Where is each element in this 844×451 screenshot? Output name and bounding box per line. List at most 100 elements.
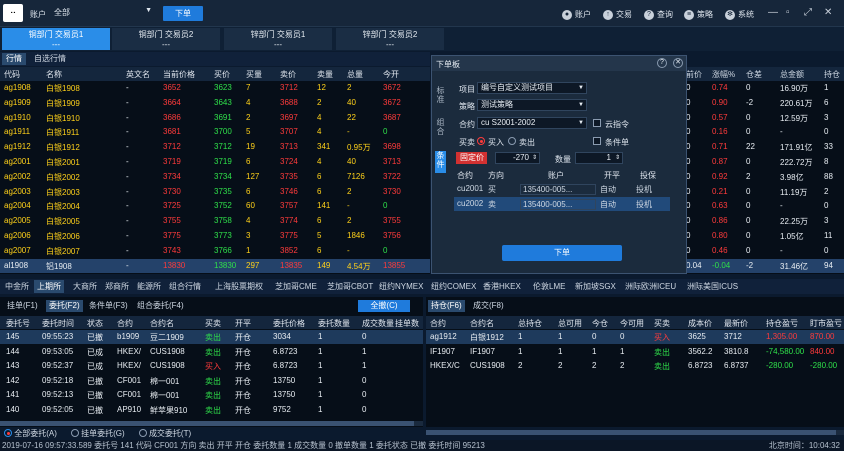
quote-row[interactable]: ag2001 白银2001 - 3719 3719 6 3724 4 40 3713: [0, 155, 430, 170]
table-row[interactable]: 144 09:53:05 已成 HKEX/CUS1908 卖出 开仓 6.8723 1 1: [0, 345, 423, 359]
table-row[interactable]: 141 09:52:13 已撤 CF001 棉一001 卖出 开仓 13750 1 0: [0, 388, 423, 402]
leg-row[interactable]: cu2001 买 135400-005... 自动 投机: [454, 182, 670, 196]
leg-openclose[interactable]: 自动: [600, 199, 616, 210]
tab-combo-orders[interactable]: 组合委托(F4): [134, 300, 187, 312]
table-row[interactable]: HKEX/C CUS1908 2 2 2 2 卖出 6.8723 6.8737 -280.00 -2…: [426, 359, 844, 373]
trader-tab[interactable]: 铜部门 交易员2 ---: [112, 28, 220, 50]
table-row[interactable]: 143 09:52:37 已成 HKEX/CUS1908 买入 开仓 6.8723 1 1: [0, 359, 423, 373]
tab-exchange[interactable]: 香港HKEX: [480, 280, 524, 293]
contract-select[interactable]: cu S2001-2002 ▼: [477, 117, 587, 129]
quote-row-right[interactable]: 0.04 -0.04 -2 31.46亿 94: [686, 258, 844, 274]
stepper-icon[interactable]: ⇕: [615, 153, 620, 163]
project-select[interactable]: 编号自定义测试项目 ▼: [477, 82, 587, 94]
quote-row[interactable]: ag1910 白银1910 - 3686 3691 2 3697 4 22 3687: [0, 111, 430, 126]
quote-row-right[interactable]: 0 0.21 0 11.19万 2: [686, 185, 844, 200]
menu-query[interactable]: ? 查询: [644, 9, 673, 20]
tab-conditional-orders[interactable]: 条件单(F3): [86, 300, 131, 312]
trader-tab[interactable]: 铜部门 交易员1 ---: [2, 28, 110, 50]
tab-exchange[interactable]: 洲际欧洲ICEU: [622, 280, 679, 293]
tab-exchange[interactable]: 伦敦LME: [530, 280, 568, 293]
quote-row-right[interactable]: 0 0.80 0 1.05亿 11: [686, 229, 844, 244]
conditional-checkbox[interactable]: [593, 137, 601, 145]
quote-row[interactable]: al1908 铝1908 - 13830 13830 297 13835 149 4.54万 13…: [0, 258, 430, 274]
tab-exchange[interactable]: 芝加哥CBOT: [324, 280, 376, 293]
close-icon[interactable]: ✕: [824, 7, 832, 18]
quote-row[interactable]: ag2007 白银2007 - 3743 3766 1 3852 6 - 0: [0, 244, 430, 259]
tab-standard[interactable]: 标准: [435, 86, 446, 108]
quote-row-right[interactable]: 0 0.86 0 22.25万 3: [686, 214, 844, 229]
tab-exchange[interactable]: 新加坡SGX: [572, 280, 619, 293]
quote-row[interactable]: ag2006 白银2006 - 3775 3773 3 3775 5 1846 3756: [0, 229, 430, 244]
restore-icon[interactable]: ▫: [786, 7, 790, 18]
submit-order-button[interactable]: 下单: [502, 245, 622, 261]
tab-exchange[interactable]: 纽约NYMEX: [376, 280, 426, 293]
quote-row-right[interactable]: 0 0.87 0 222.72万 8: [686, 155, 844, 170]
order-button[interactable]: 下单: [163, 6, 203, 21]
tab-conditional[interactable]: 条件: [435, 151, 446, 173]
menu-account[interactable]: ● 账户: [562, 9, 591, 20]
tab-watchlist[interactable]: 自选行情: [30, 53, 70, 65]
quote-row-right[interactable]: 0 0.92 2 3.98亿 88: [686, 170, 844, 185]
orders-scrollbar[interactable]: [0, 421, 423, 426]
tab-trades[interactable]: 成交(F8): [470, 300, 507, 312]
quote-row-right[interactable]: 0 0.74 0 16.90万 1: [686, 81, 844, 96]
quote-row-right[interactable]: 0 0.46 0-0: [686, 244, 844, 259]
close-icon[interactable]: ✕: [673, 58, 683, 68]
qty-input[interactable]: 1 ⇕: [575, 152, 623, 164]
buy-radio[interactable]: [477, 137, 485, 145]
filter-filled[interactable]: 成交委托(T): [138, 428, 191, 439]
tab-exchange[interactable]: 大商所: [70, 280, 100, 293]
quote-row-right[interactable]: 0 0.16 0-0: [686, 125, 844, 140]
quote-row[interactable]: ag2005 白银2005 - 3755 3758 4 3774 6 2 3755: [0, 214, 430, 229]
tab-exchange[interactable]: 芝加哥CME: [272, 280, 320, 293]
quote-row[interactable]: ag2002 白银2002 - 3734 3734 127 3735 6 7126 3722: [0, 170, 430, 185]
quote-row[interactable]: ag2003 白银2003 - 3730 3735 6 3746 6 2 3730: [0, 185, 430, 200]
tab-exchange[interactable]: 上期所: [34, 280, 64, 293]
quote-row-right[interactable]: 0 0.63 0-0: [686, 199, 844, 214]
leg-hedge[interactable]: 投机: [636, 184, 652, 195]
filter-pending[interactable]: 挂单委托(G): [70, 428, 125, 439]
tab-combo[interactable]: 组合: [435, 118, 446, 140]
leg-openclose[interactable]: 自动: [600, 184, 616, 195]
sell-radio[interactable]: [508, 137, 516, 145]
account-select[interactable]: 全部 ▼: [54, 7, 154, 20]
leg-account-select[interactable]: 135400-005...: [520, 199, 596, 210]
tab-exchange[interactable]: 郑商所: [102, 280, 132, 293]
trader-tab[interactable]: 锌部门 交易员1 ---: [224, 28, 332, 50]
price-input[interactable]: -270 ⇕: [495, 152, 540, 164]
menu-strategy[interactable]: ≡ 策略: [684, 9, 713, 20]
table-row[interactable]: 140 09:52:05 已撤 AP910 鲜苹果910 卖出 开仓 9752 1 0: [0, 403, 423, 417]
leg-account-select[interactable]: 135400-005...: [520, 184, 596, 195]
quote-row-right[interactable]: 0 0.57 0 12.59万 3: [686, 111, 844, 126]
quote-row[interactable]: ag1908 白银1908 - 3652 3623 7 3712 12 2 3672: [0, 81, 430, 96]
quote-row[interactable]: ag1911 白银1911 - 3681 3700 5 3707 4 - 0: [0, 125, 430, 140]
table-row[interactable]: IF1907 IF1907 1 1 1 1 卖出 3562.2 3810.8 -74,580.00…: [426, 345, 844, 359]
tab-exchange[interactable]: 上海股票期权: [212, 280, 266, 293]
tab-positions[interactable]: 持仓(F6): [428, 300, 465, 312]
maximize-icon[interactable]: ⤢: [804, 7, 812, 18]
table-row[interactable]: 145 09:55:23 已撤 b1909 豆二1909 卖出 开仓 3034 1 0: [0, 330, 423, 344]
tab-pending[interactable]: 挂单(F1): [4, 300, 41, 312]
stepper-icon[interactable]: ⇕: [532, 153, 537, 163]
tab-exchange[interactable]: 洲际美国ICUS: [684, 280, 741, 293]
quote-row-right[interactable]: 0 0.90 -2 220.61万 6: [686, 96, 844, 111]
leg-hedge[interactable]: 投机: [636, 199, 652, 210]
minimize-icon[interactable]: —: [768, 7, 778, 18]
positions-scrollbar[interactable]: [426, 430, 844, 435]
quote-row[interactable]: ag1909 白银1909 - 3664 3643 4 3688 2 40 3672: [0, 96, 430, 111]
strategy-select[interactable]: 测试策略 ▼: [477, 99, 587, 111]
quote-row[interactable]: ag2004 白银2004 - 3725 3752 60 3757 141 - 0: [0, 199, 430, 214]
tab-quotes[interactable]: 行情: [2, 53, 26, 65]
quote-row-right[interactable]: 0 0.71 22 171.91亿 33: [686, 140, 844, 155]
cloud-order-checkbox[interactable]: [593, 119, 601, 127]
price-type-select[interactable]: 固定价: [456, 152, 487, 164]
trader-tab[interactable]: 锌部门 交易员2 ---: [336, 28, 444, 50]
cancel-all-button[interactable]: 全撤(C): [358, 300, 410, 312]
leg-row[interactable]: cu2002 卖 135400-005... 自动 投机: [454, 197, 670, 211]
quote-row[interactable]: ag1912 白银1912 - 3712 3712 19 3713 341 0.95万 3698: [0, 140, 430, 155]
tab-exchange[interactable]: 组合行情: [166, 280, 204, 293]
menu-trade[interactable]: ↑ 交易: [603, 9, 632, 20]
tab-exchange[interactable]: 纽约COMEX: [428, 280, 479, 293]
table-row[interactable]: ag1912 白银1912 1 1 0 0 买入 3625 3712 1,305.00 870.00: [426, 330, 844, 344]
tab-exchange[interactable]: 中金所: [2, 280, 32, 293]
